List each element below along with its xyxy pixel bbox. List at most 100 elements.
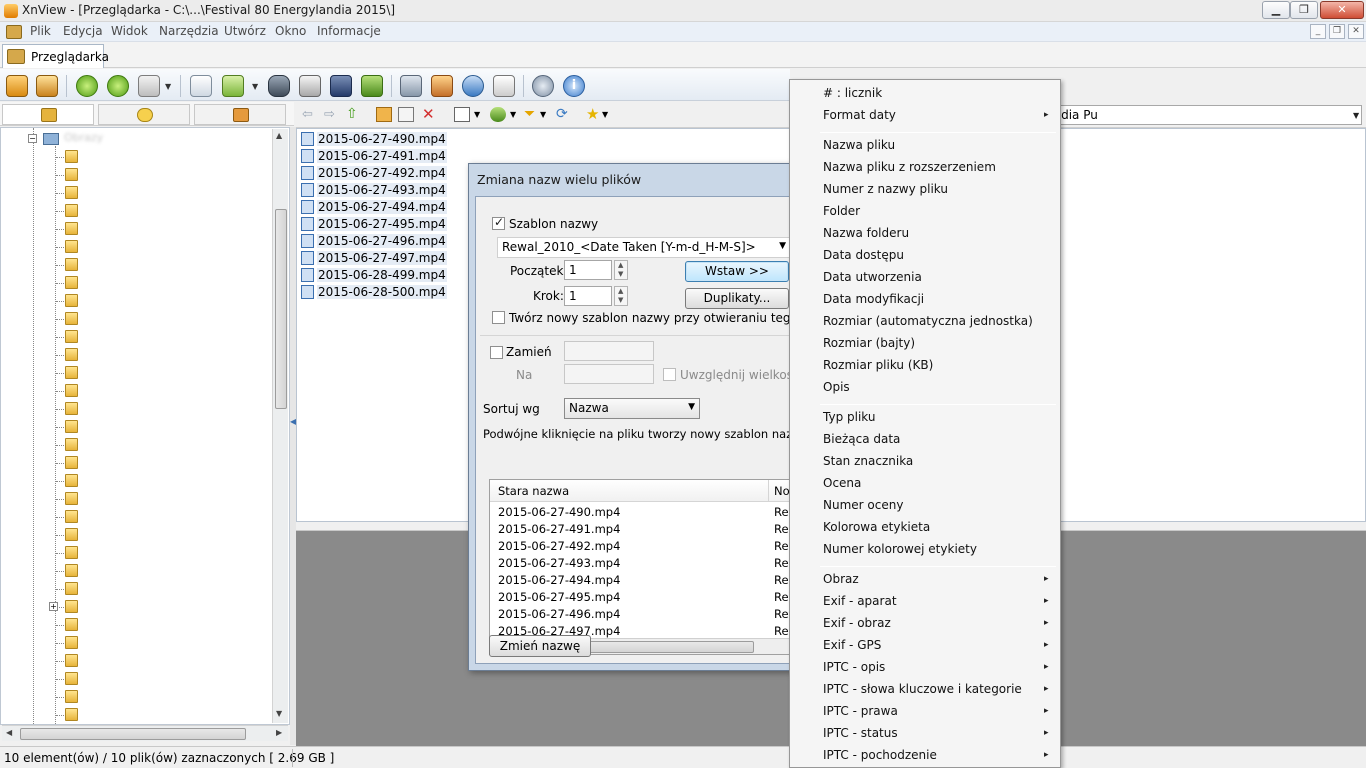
menu-item[interactable]: Exif - aparat: [823, 594, 897, 608]
tab-categories[interactable]: [194, 104, 286, 125]
tree-folder-icon[interactable]: [65, 546, 78, 559]
menu-item[interactable]: Nazwa pliku z rozszerzeniem: [823, 160, 996, 174]
menu-informacje[interactable]: Informacje: [317, 24, 381, 38]
menu-item[interactable]: IPTC - status: [823, 726, 898, 740]
menu-item[interactable]: Typ pliku: [823, 410, 875, 424]
tree-folder-icon[interactable]: [65, 636, 78, 649]
tree-folder-icon[interactable]: [65, 402, 78, 415]
menu-item[interactable]: Numer oceny: [823, 498, 903, 512]
sort-dropdown-icon[interactable]: ▼: [510, 110, 516, 119]
binoculars-search-icon[interactable]: [268, 75, 290, 97]
tree-horizontal-scrollbar[interactable]: ◀ ▶: [2, 725, 288, 741]
tree-folder-icon[interactable]: [65, 186, 78, 199]
tree-root-label[interactable]: Obrazy: [64, 131, 103, 144]
table-row[interactable]: 2015-06-27-492.mp4Rew: [490, 538, 794, 555]
settings-gear-icon[interactable]: [532, 75, 554, 97]
new-template-checkbox[interactable]: [492, 311, 505, 324]
mdi-close-button[interactable]: ✕: [1348, 24, 1364, 39]
tree-folder-icon[interactable]: [65, 528, 78, 541]
image-edit-icon[interactable]: [138, 75, 160, 97]
menu-utworz[interactable]: Utwórz: [224, 24, 266, 38]
tree-folder-icon[interactable]: [65, 600, 78, 613]
replace-with-input[interactable]: [564, 364, 654, 384]
menu-item[interactable]: Folder: [823, 204, 860, 218]
print-icon[interactable]: [299, 75, 321, 97]
tree-folder-icon[interactable]: [65, 204, 78, 217]
tree-folder-icon[interactable]: [65, 240, 78, 253]
menu-item[interactable]: IPTC - słowa kluczowe i kategorie: [823, 682, 1022, 696]
tree-folder-icon[interactable]: [65, 438, 78, 451]
spin-up-icon[interactable]: ▲: [618, 287, 623, 295]
menu-narzedzia[interactable]: Narzędzia: [159, 24, 219, 38]
slideshow-icon[interactable]: [431, 75, 453, 97]
sort-dropdown-icon[interactable]: ▼: [688, 402, 695, 412]
mdi-restore-button[interactable]: ❐: [1329, 24, 1345, 39]
tree-expand-icon[interactable]: +: [49, 602, 58, 611]
menu-item[interactable]: Format daty: [823, 108, 896, 122]
menu-item[interactable]: Rozmiar (bajty): [823, 336, 915, 350]
replace-input[interactable]: [564, 341, 654, 361]
menu-item[interactable]: Numer z nazwy pliku: [823, 182, 948, 196]
convert-icon[interactable]: [361, 75, 383, 97]
tree-folder-icon[interactable]: [65, 690, 78, 703]
copy-to-icon[interactable]: [222, 75, 244, 97]
menu-item[interactable]: IPTC - pochodzenie: [823, 748, 937, 762]
spin-up-icon[interactable]: ▲: [618, 261, 623, 269]
sort-icon[interactable]: [490, 107, 506, 122]
tree-folder-icon[interactable]: [65, 510, 78, 523]
tree-hscroll-thumb[interactable]: [20, 728, 246, 740]
menu-item[interactable]: Exif - obraz: [823, 616, 891, 630]
parent-folder-arrow-icon[interactable]: ⇧: [346, 106, 358, 122]
rename-icon[interactable]: [398, 107, 414, 122]
about-info-icon[interactable]: i: [563, 75, 585, 97]
menu-item[interactable]: Data dostępu: [823, 248, 904, 262]
filter-dropdown-icon[interactable]: ▼: [540, 110, 546, 119]
menu-item[interactable]: Stan znacznika: [823, 454, 913, 468]
replace-checkbox[interactable]: [490, 346, 503, 359]
tree-folder-icon[interactable]: [65, 366, 78, 379]
favorite-star-icon[interactable]: ★: [586, 105, 599, 123]
sort-combo[interactable]: Nazwa ▼: [564, 398, 700, 419]
step-input[interactable]: 1: [564, 286, 612, 306]
scanner-icon[interactable]: [330, 75, 352, 97]
filter-funnel-icon[interactable]: ⏷: [524, 106, 535, 122]
tree-folder-icon[interactable]: [65, 222, 78, 235]
contact-sheet-icon[interactable]: [493, 75, 515, 97]
template-checkbox[interactable]: [492, 215, 505, 230]
tree-scroll-thumb[interactable]: [275, 209, 287, 409]
menu-item[interactable]: Data modyfikacji: [823, 292, 924, 306]
table-row[interactable]: 2015-06-27-496.mp4Rew: [490, 606, 794, 623]
col-old-name[interactable]: Stara nazwa: [498, 484, 569, 498]
menu-item[interactable]: # : licznik: [823, 86, 882, 100]
spin-down-icon[interactable]: ▼: [618, 296, 623, 304]
refresh-icon[interactable]: ⟳: [556, 106, 568, 122]
forward-arrow-icon[interactable]: ⇨: [324, 107, 335, 122]
fullscreen-icon[interactable]: [36, 75, 58, 97]
image-edit-dropdown-icon[interactable]: ▼: [165, 82, 171, 91]
table-row[interactable]: 2015-06-27-493.mp4Rew: [490, 555, 794, 572]
duplicates-button[interactable]: Duplikaty...: [685, 288, 789, 309]
tree-folder-icon[interactable]: [65, 582, 78, 595]
tree-folder-icon[interactable]: [65, 276, 78, 289]
tree-folder-icon[interactable]: [65, 456, 78, 469]
step-spinner[interactable]: ▲ ▼: [614, 286, 628, 306]
tree-folder-icon[interactable]: [65, 258, 78, 271]
tree-folder-icon[interactable]: [65, 708, 78, 721]
tab-przegladarka[interactable]: Przeglądarka: [2, 44, 109, 68]
menu-item[interactable]: Kolorowa etykieta: [823, 520, 930, 534]
browser-home-icon[interactable]: [6, 75, 28, 97]
scroll-left-icon[interactable]: ◀: [6, 728, 12, 737]
scroll-down-icon[interactable]: ▼: [276, 709, 282, 718]
tree-folder-icon[interactable]: [65, 294, 78, 307]
tree-folder-icon[interactable]: [65, 654, 78, 667]
menu-item[interactable]: Data utworzenia: [823, 270, 922, 284]
tree-folder-icon[interactable]: [65, 150, 78, 163]
menu-item[interactable]: Rozmiar (automatyczna jednostka): [823, 314, 1033, 328]
tree-folder-icon[interactable]: [65, 474, 78, 487]
tree-folder-icon[interactable]: [65, 168, 78, 181]
menu-item[interactable]: Obraz: [823, 572, 859, 586]
table-row[interactable]: 2015-06-27-490.mp4Rew: [490, 504, 794, 521]
tree-folder-icon[interactable]: [65, 330, 78, 343]
tab-folders[interactable]: [2, 104, 94, 125]
menu-item[interactable]: Exif - GPS: [823, 638, 881, 652]
